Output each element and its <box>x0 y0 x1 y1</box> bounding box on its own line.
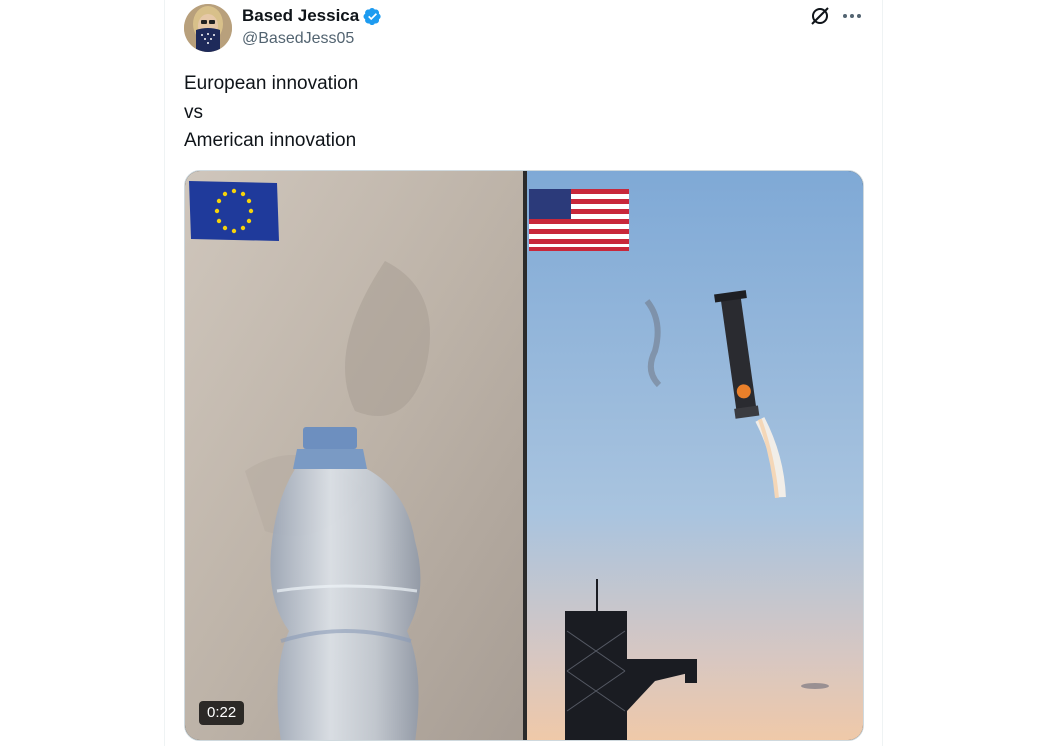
display-name[interactable]: Based Jessica <box>242 6 359 26</box>
verified-badge-icon[interactable] <box>363 7 382 26</box>
author-name-row: Based Jessica <box>242 6 382 26</box>
tweet-text-line: American innovation <box>184 130 357 151</box>
avatar[interactable] <box>184 4 232 52</box>
grok-button[interactable] <box>808 4 832 28</box>
eu-flag-icon <box>189 181 279 241</box>
left-panel <box>185 171 523 740</box>
tweet-text: European innovation vs American innovati… <box>184 70 358 156</box>
right-panel <box>527 171 863 740</box>
tweet-text-line: vs <box>184 101 203 123</box>
video-thumbnail <box>185 171 863 740</box>
tweet-text-line: European innovation <box>184 73 359 94</box>
video-duration-badge: 0:22 <box>199 701 245 725</box>
grok-icon <box>811 7 829 25</box>
avatar-image <box>184 4 232 52</box>
author-handle[interactable]: @BasedJess05 <box>242 30 354 48</box>
panel-divider <box>523 171 527 740</box>
more-options-button[interactable] <box>840 4 864 28</box>
us-flag-icon <box>529 189 629 251</box>
more-icon <box>843 14 861 18</box>
video-player[interactable]: 0:22 <box>184 170 864 741</box>
